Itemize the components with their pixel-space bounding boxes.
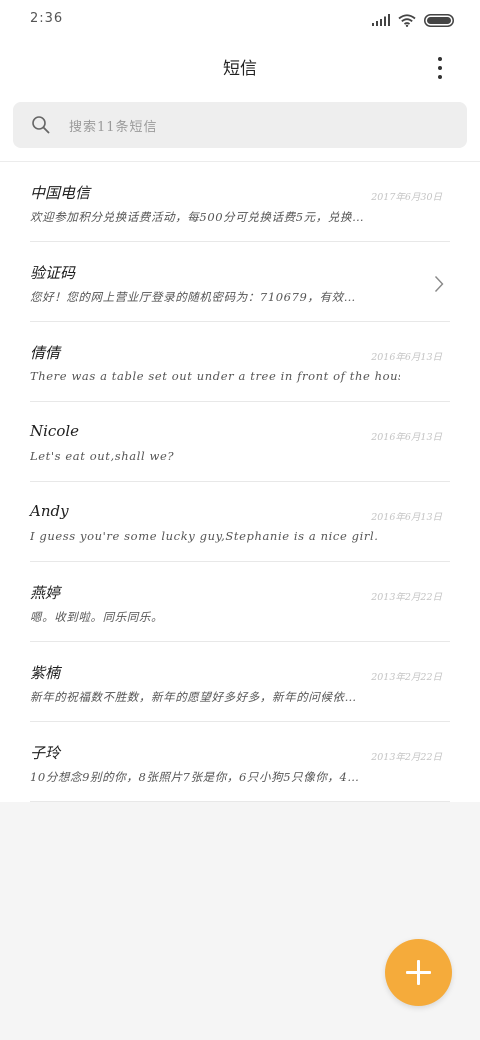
conversation-item[interactable]: Nicole 2016年6月13日 Let's eat out,shall we… [0,402,480,482]
conversation-list: 中国电信 2017年6月30日 欢迎参加积分兑换话费活动，每500分可兑换话费5… [0,162,480,802]
contact-name: 燕婷 [30,584,61,602]
conversation-item[interactable]: 紫楠 2013年2月22日 新年的祝福数不胜数，新年的愿望好多好多，新年的问候依… [0,642,480,722]
message-date: 2016年6月13日 [371,352,442,363]
message-preview: 新年的祝福数不胜数，新年的愿望好多好多，新年的问候依… [30,690,357,704]
message-preview: 您好！您的网上营业厅登录的随机密码为：710679，有效… [30,290,356,304]
search-placeholder: 搜索11条短信 [69,120,158,135]
conversation-item[interactable]: 燕婷 2013年2月22日 嗯。收到啦。同乐同乐。 [0,562,480,642]
status-bar: 2:36 [0,0,480,40]
more-vertical-icon [438,57,442,61]
message-preview: 10分想念9别的你，8张照片7张是你，6只小狗5只像你，4… [30,770,360,784]
message-preview: Let's eat out,shall we? [30,449,175,463]
status-icons [372,12,454,28]
status-time: 2:36 [30,11,64,26]
conversation-item[interactable]: 倩倩 2016年6月13日 There was a table set out … [0,322,480,402]
signal-icon [372,14,390,26]
message-date: 2013年2月22日 [371,592,442,603]
message-preview: 嗯。收到啦。同乐同乐。 [30,610,164,624]
conversation-item[interactable]: 子玲 2013年2月22日 10分想念9别的你，8张照片7张是你，6只小狗5只像… [0,722,480,802]
message-date: 2013年2月22日 [371,672,442,683]
contact-name: 子玲 [30,744,61,762]
contact-name: Nicole [30,422,80,440]
contact-name: 验证码 [30,264,76,282]
conversation-item[interactable]: Andy 2016年6月13日 I guess you're some luck… [0,482,480,562]
main-panel: 2:36 短信 搜索11条短信 中国电信 2017年6月30日 欢迎参加积分兑换… [0,0,480,802]
contact-name: 倩倩 [30,344,61,362]
message-date: 2016年6月13日 [371,432,442,443]
message-date: 2013年2月22日 [371,752,442,763]
wifi-icon [398,13,416,27]
search-icon [32,116,50,134]
battery-icon [424,13,454,27]
contact-name: Andy [30,502,69,520]
compose-button[interactable] [385,939,452,1006]
conversation-item[interactable]: 中国电信 2017年6月30日 欢迎参加积分兑换话费活动，每500分可兑换话费5… [0,162,480,242]
chevron-right-icon[interactable] [434,275,444,293]
message-preview: I guess you're some lucky guy,Stephanie … [30,529,379,543]
header: 短信 [0,42,480,92]
conversation-item[interactable]: 验证码 您好！您的网上营业厅登录的随机密码为：710679，有效… [0,242,480,322]
page-title: 短信 [223,59,257,79]
contact-name: 紫楠 [30,664,61,682]
contact-name: 中国电信 [30,184,91,202]
message-date: 2016年6月13日 [371,512,442,523]
more-options-button[interactable] [428,54,452,82]
message-preview: 欢迎参加积分兑换话费活动，每500分可兑换话费5元，兑换… [30,210,365,224]
search-bar[interactable]: 搜索11条短信 [13,102,467,148]
message-preview: There was a table set out under a tree i… [30,369,400,383]
message-date: 2017年6月30日 [371,192,442,203]
